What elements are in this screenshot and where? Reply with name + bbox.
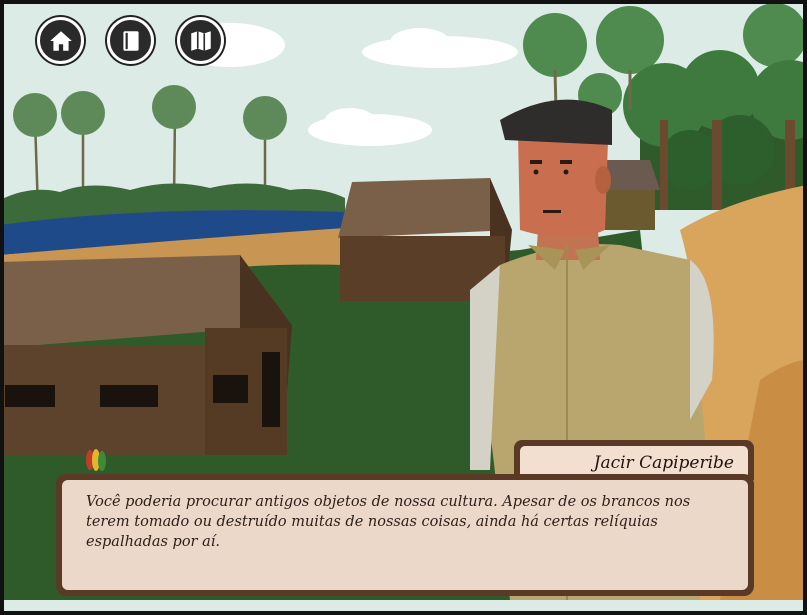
map-button[interactable] <box>177 17 224 64</box>
home-button[interactable] <box>37 17 84 64</box>
book-button[interactable] <box>107 17 154 64</box>
feather-item <box>86 449 106 471</box>
home-icon <box>49 30 72 51</box>
hut-front <box>0 255 292 455</box>
dialog-box[interactable]: Você poderia procurar antigos objetos de… <box>56 474 754 596</box>
game-stage: Jacir Capiperibe Você poderia procurar a… <box>0 0 807 615</box>
dialog-text: Você poderia procurar antigos objetos de… <box>62 480 748 590</box>
map-icon <box>190 30 211 51</box>
book-icon <box>122 30 139 51</box>
